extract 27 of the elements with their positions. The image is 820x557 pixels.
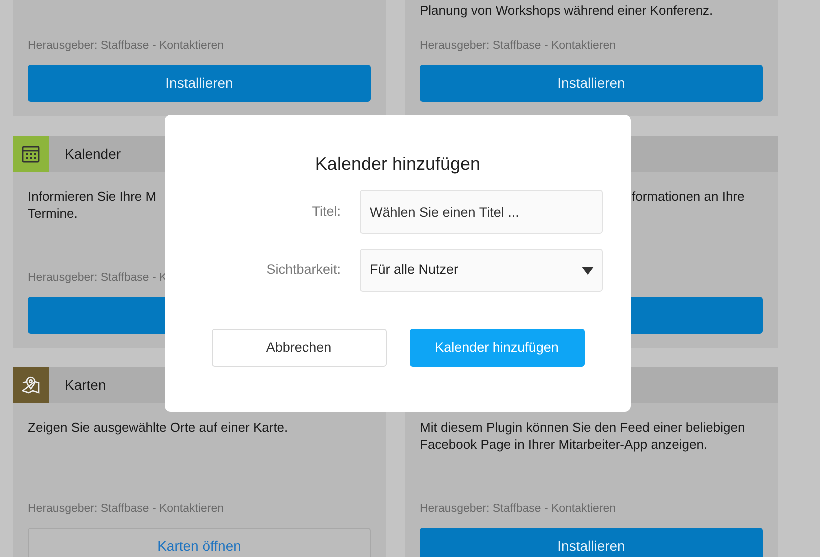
dropdown-caret-icon — [582, 266, 594, 274]
card-title: Karten — [65, 376, 106, 394]
description-text: Zeigen Sie ausgewählte Orte auf einer Karte. — [28, 419, 288, 436]
open-button[interactable]: Karten öffnen — [28, 528, 371, 557]
install-button[interactable]: Installieren — [420, 528, 763, 557]
field-label: Sichtbarkeit: — [266, 261, 341, 280]
calendar-icon — [21, 144, 41, 164]
card-title: Kalender — [65, 144, 122, 164]
dialog-title: Kalender hinzufügen — [315, 153, 481, 175]
description-text: Planung von Workshops während einer Konferenz. — [420, 2, 714, 19]
map-pin-icon — [21, 375, 41, 395]
description-text: Termine. — [28, 205, 78, 222]
field-label: Titel: — [311, 202, 341, 221]
description-text: Facebook Page in Ihrer Mitarbeiter-App anzeigen. — [420, 436, 708, 453]
publisher-text: Herausgeber: Staffbase - Kontaktieren — [28, 39, 224, 54]
description-text: formationen an Ihre — [632, 188, 745, 205]
add-calendar-button[interactable]: Kalender hinzufügen — [410, 329, 584, 367]
description-text: Mit diesem Plugin können Sie den Feed einer beliebigen — [420, 419, 746, 436]
install-button[interactable]: Installieren — [28, 65, 371, 102]
description-text: Informieren Sie Ihre M — [28, 188, 157, 205]
publisher-text: Herausgeber: Staffbase - Kontaktieren — [420, 39, 616, 54]
cancel-button[interactable]: Abbrechen — [212, 329, 386, 367]
publisher-text: Herausgeber: Staffbase - Kontaktieren — [420, 502, 616, 518]
publisher-text: Herausgeber: Staffbase - Kontaktieren — [28, 502, 224, 518]
visibility-dropdown[interactable]: Für alle Nutzer — [360, 249, 603, 292]
install-button[interactable]: Installieren — [420, 65, 763, 102]
title-input[interactable]: Wählen Sie einen Titel ... — [360, 190, 603, 234]
